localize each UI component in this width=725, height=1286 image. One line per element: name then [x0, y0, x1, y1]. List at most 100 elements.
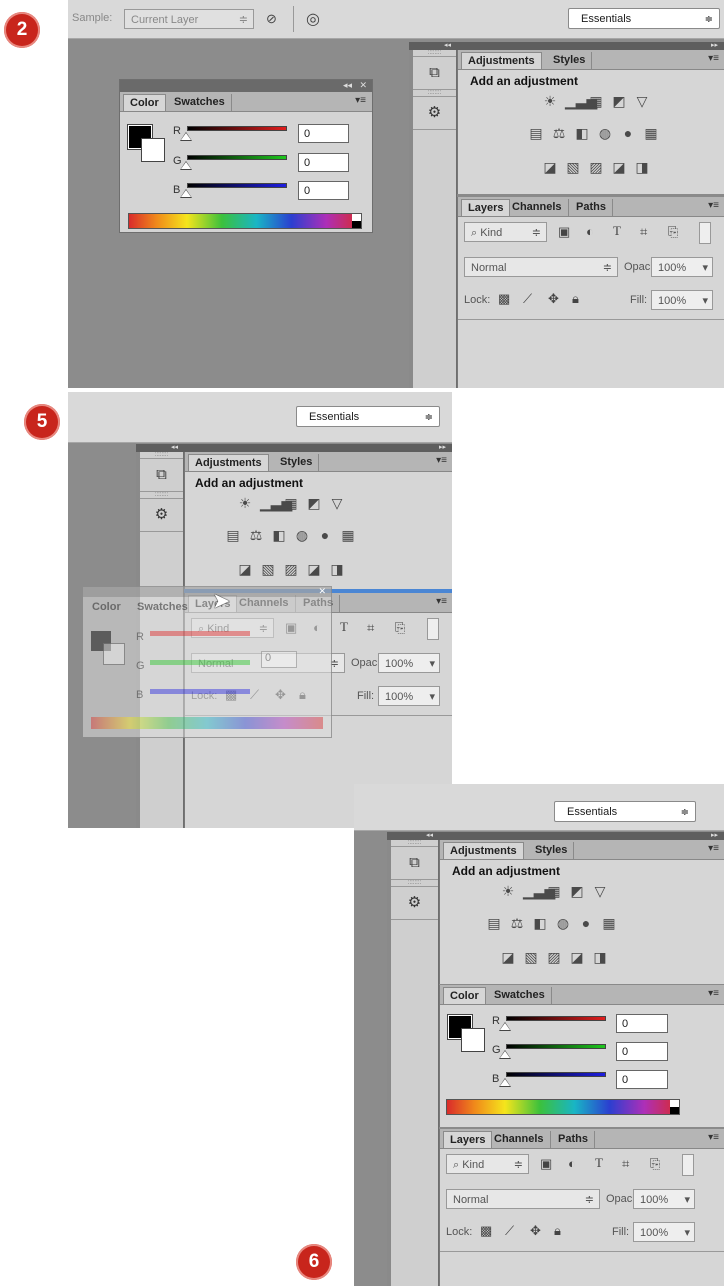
color-lookup-icon[interactable]: ▦ [340, 527, 356, 543]
threshold-icon[interactable]: ▨ [588, 159, 604, 175]
panel-menu-icon[interactable]: ▾≡ [708, 843, 719, 854]
double-chevron-right-icon[interactable]: ▸▸ [711, 832, 718, 840]
tab-swatches[interactable]: Swatches [131, 599, 194, 616]
blend-mode-select[interactable]: Normal ≑ [464, 257, 618, 277]
adjustment-filter-icon[interactable]: ◐ [586, 224, 594, 239]
channel-mixer-icon[interactable]: ● [620, 125, 636, 141]
lock-transparent-icon[interactable]: ▩ [498, 291, 510, 307]
tab-adjustments[interactable]: Adjustments [443, 842, 524, 859]
panel-menu-icon[interactable]: ▾≡ [708, 200, 719, 211]
opacity-input[interactable]: 100% ▾ [633, 1189, 695, 1209]
curves-icon[interactable]: ▦ [546, 883, 562, 899]
tab-layers[interactable]: Layers [461, 199, 511, 216]
red-slider[interactable] [150, 631, 250, 636]
grip-handle[interactable]: :::::::: [413, 50, 456, 57]
grip-handle[interactable]: :::::::: [140, 452, 183, 459]
dock-expand-strip[interactable]: ▸▸ [457, 42, 724, 50]
lock-transparent-icon[interactable]: ▩ [480, 1223, 492, 1239]
selective-color-icon[interactable]: ◪ [569, 949, 585, 965]
gradient-map-icon[interactable]: ◨ [634, 159, 650, 175]
posterize-icon[interactable]: ▧ [523, 949, 539, 965]
channel-mixer-icon[interactable]: ● [317, 527, 333, 543]
gradient-map-icon[interactable]: ◨ [592, 949, 608, 965]
curves-icon[interactable]: ▦ [588, 93, 604, 109]
image-filter-icon[interactable]: ▣ [558, 224, 570, 240]
background-color-swatch[interactable] [103, 643, 125, 665]
brightness-icon[interactable]: ☀ [500, 883, 516, 899]
tab-swatches[interactable]: Swatches [168, 94, 232, 111]
color-lookup-icon[interactable]: ▦ [601, 915, 617, 931]
posterize-icon[interactable]: ▧ [260, 561, 276, 577]
blue-slider[interactable] [506, 1072, 606, 1077]
grip-handle[interactable]: :::::::: [140, 492, 183, 499]
lock-image-brush-icon[interactable]: ⟋ [523, 291, 532, 307]
dock-expand-strip[interactable]: ▸▸ [184, 444, 452, 452]
tab-channels[interactable]: Channels [488, 1131, 551, 1148]
red-value-input[interactable]: 0 [298, 124, 349, 143]
vibrance-icon[interactable]: ▽ [592, 883, 608, 899]
vibrance-icon[interactable]: ▽ [329, 495, 345, 511]
color-spectrum-bar[interactable] [91, 717, 323, 729]
tab-paths[interactable]: Paths [570, 199, 613, 216]
workspace-select[interactable]: Essentials ≑ [568, 8, 720, 29]
color-lookup-icon[interactable]: ▦ [643, 125, 659, 141]
dock-collapse-strip[interactable]: ◂◂ [136, 444, 184, 452]
double-chevron-right-icon[interactable]: ▸▸ [439, 444, 446, 452]
sample-select[interactable]: Current Layer ≑ [124, 9, 254, 29]
tab-swatches[interactable]: Swatches [488, 987, 552, 1004]
hue-saturation-icon[interactable]: ▤ [225, 527, 241, 543]
color-balance-icon[interactable]: ⚖ [551, 125, 567, 141]
green-value-input[interactable]: 0 [298, 153, 349, 172]
tab-adjustments[interactable]: Adjustments [188, 454, 269, 471]
panel-menu-icon[interactable]: ▾≡ [436, 596, 447, 607]
smart-object-filter-icon[interactable]: ⎘ [668, 224, 678, 240]
filter-toggle-switch[interactable] [427, 618, 439, 640]
fill-input[interactable]: 100% ▾ [378, 686, 440, 706]
tab-styles[interactable]: Styles [529, 842, 575, 859]
properties-icon[interactable]: ⚙ [391, 887, 438, 920]
vibrance-icon[interactable]: ▽ [634, 93, 650, 109]
invert-icon[interactable]: ◪ [542, 159, 558, 175]
fill-input[interactable]: 100% ▾ [651, 290, 713, 310]
tab-adjustments[interactable]: Adjustments [461, 52, 542, 69]
panel-menu-icon[interactable]: ▾≡ [708, 53, 719, 64]
blue-value-input[interactable]: 0 [298, 181, 349, 200]
tab-color[interactable]: Color [443, 987, 486, 1004]
black-white-icon[interactable]: ◧ [532, 915, 548, 931]
exposure-icon[interactable]: ◩ [569, 883, 585, 899]
chevron-down-icon[interactable]: ▾ [429, 654, 435, 674]
floating-color-panel[interactable]: ◂◂ ✕ Color Swatches ▾≡ R 0 G 0 B 0 [119, 79, 373, 233]
photo-filter-icon[interactable]: ◍ [555, 915, 571, 931]
invert-icon[interactable]: ◪ [500, 949, 516, 965]
double-chevron-right-icon[interactable]: ▸▸ [711, 42, 718, 50]
opacity-input[interactable]: 100% ▾ [378, 653, 440, 673]
grip-handle[interactable]: :::::::: [391, 880, 438, 887]
panel-menu-icon[interactable]: ▾≡ [436, 455, 447, 466]
black-white-icon[interactable]: ◧ [271, 527, 287, 543]
blue-slider-thumb[interactable] [180, 189, 192, 198]
shape-filter-icon[interactable]: ⌗ [622, 1156, 629, 1172]
threshold-icon[interactable]: ▨ [283, 561, 299, 577]
blue-slider[interactable] [187, 183, 287, 188]
panel-menu-icon[interactable]: ▾≡ [708, 1132, 719, 1143]
panel-title-bar[interactable]: ◂◂ ✕ [120, 80, 372, 92]
gradient-map-icon[interactable]: ◨ [329, 561, 345, 577]
color-spectrum-bar[interactable] [446, 1099, 680, 1115]
chevron-down-icon[interactable]: ▾ [702, 291, 708, 311]
red-slider-thumb[interactable] [180, 132, 192, 141]
properties-icon[interactable]: ⚙ [140, 499, 183, 532]
chevron-down-icon[interactable]: ▾ [702, 258, 708, 278]
grip-handle[interactable]: :::::::: [391, 840, 438, 847]
smart-object-filter-icon[interactable]: ⎘ [650, 1156, 660, 1172]
chevron-down-icon[interactable]: ▾ [429, 687, 435, 707]
blue-slider[interactable] [150, 689, 250, 694]
panel-title-bar[interactable]: ✕ [83, 586, 331, 597]
background-color-swatch[interactable] [461, 1028, 485, 1052]
tab-styles[interactable]: Styles [274, 454, 320, 471]
type-filter-icon[interactable]: T [613, 223, 621, 239]
chevron-down-icon[interactable]: ▾ [684, 1190, 690, 1210]
smart-object-filter-icon[interactable]: ⎘ [395, 620, 405, 636]
lock-all-icon[interactable]: 🔒︎ [554, 1223, 561, 1239]
type-filter-icon[interactable]: T [595, 1155, 603, 1171]
workspace-select[interactable]: Essentials ≑ [554, 801, 696, 822]
